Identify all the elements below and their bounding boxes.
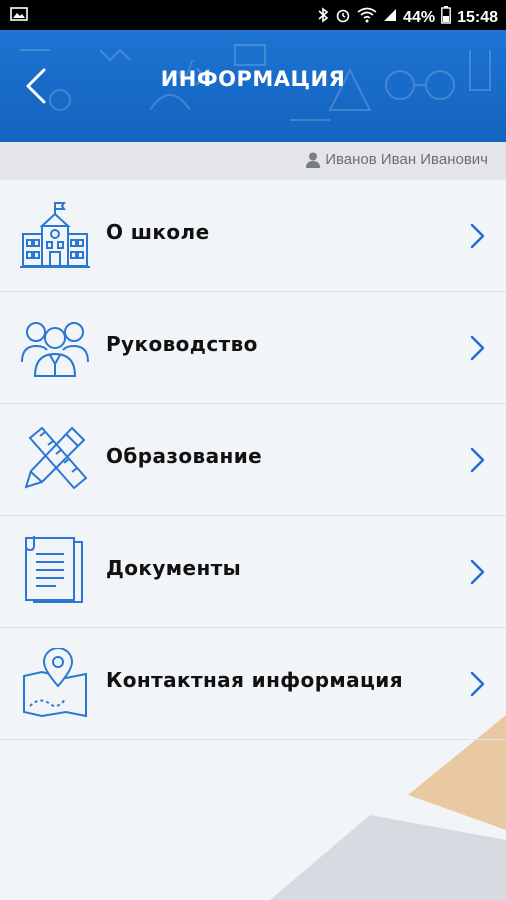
- chevron-right-icon: [470, 223, 485, 249]
- alarm-icon: [335, 7, 351, 28]
- people-group-icon: [21, 322, 89, 377]
- battery-percent: 44%: [403, 8, 436, 26]
- battery-icon: [441, 6, 451, 29]
- app-header: √x ИНФОРМАЦИЯ: [0, 30, 506, 142]
- info-menu-list: О школе Руководство Образование Документ…: [0, 180, 506, 740]
- menu-item-label: Образование: [106, 444, 263, 468]
- clock: 15:48: [457, 8, 498, 26]
- user-bar: Иванов Иван Иванович: [0, 142, 506, 180]
- menu-item-management[interactable]: Руководство: [0, 292, 506, 404]
- menu-item-education[interactable]: Образование: [0, 404, 506, 516]
- wifi-icon: [357, 7, 377, 28]
- user-info: Иванов Иван Иванович: [306, 151, 488, 168]
- documents-icon: [25, 536, 83, 603]
- status-bar: 44% 15:48: [0, 0, 506, 30]
- map-pin-icon: [23, 648, 87, 718]
- pencil-ruler-icon: [24, 426, 88, 490]
- page-title: ИНФОРМАЦИЯ: [160, 67, 346, 91]
- user-name: Иванов Иван Иванович: [325, 151, 488, 168]
- chevron-right-icon: [470, 447, 485, 473]
- menu-item-label: Руководство: [106, 332, 258, 356]
- menu-item-about-school[interactable]: О школе: [0, 180, 506, 292]
- menu-item-contacts[interactable]: Контактная информация: [0, 628, 506, 740]
- menu-item-label: О школе: [106, 220, 210, 244]
- menu-item-documents[interactable]: Документы: [0, 516, 506, 628]
- chevron-right-icon: [470, 335, 485, 361]
- menu-item-label: Контактная информация: [106, 668, 403, 692]
- school-building-icon: [20, 202, 90, 268]
- user-icon: [306, 152, 321, 168]
- signal-icon: [383, 8, 397, 27]
- menu-item-label: Документы: [106, 556, 242, 580]
- chevron-right-icon: [470, 559, 485, 585]
- chevron-right-icon: [470, 671, 485, 697]
- gallery-notification-icon: [10, 7, 28, 26]
- bluetooth-icon: [317, 7, 329, 28]
